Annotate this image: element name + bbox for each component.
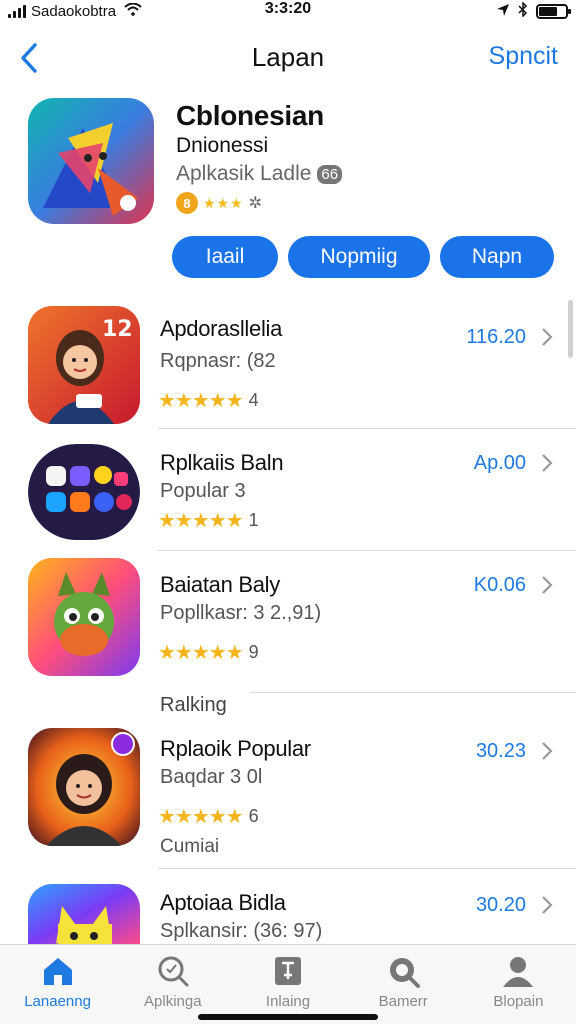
- app-rating: ★★★★★ 1: [158, 508, 259, 533]
- app-icon: [28, 558, 140, 676]
- featured-app-icon[interactable]: [28, 98, 154, 224]
- app-price[interactable]: 30.23: [476, 740, 526, 763]
- app-rating: ★★★★★ 9: [158, 640, 259, 665]
- rating-count: 6: [248, 806, 259, 826]
- app-rating: ★★★★★ 4: [158, 388, 259, 413]
- app-icon: 12: [28, 306, 140, 424]
- star-rating-icon: ★★★: [203, 194, 244, 211]
- divider: [158, 428, 576, 429]
- tab-label: Blopain: [493, 993, 544, 1010]
- tab-profile[interactable]: Blopain: [461, 945, 576, 1024]
- search-icon: [158, 956, 189, 987]
- svg-text:12: 12: [102, 317, 133, 342]
- navigation-bar: Lapan Spncit: [0, 30, 576, 86]
- battery-icon: [536, 3, 571, 19]
- featured-rating: 8 ★★★ ✲: [176, 192, 556, 214]
- featured-category-label: Aplkasik Ladle: [176, 162, 312, 185]
- tab-label: Bamerr: [378, 993, 428, 1010]
- home-icon: [43, 958, 72, 985]
- star-rating-icon: ★★★★★: [158, 806, 244, 828]
- tab-label: Lanaenng: [24, 993, 91, 1010]
- rating-count: 9: [248, 642, 259, 662]
- chevron-right-icon: [542, 742, 553, 760]
- tab-search[interactable]: Aplkinga: [115, 945, 230, 1024]
- tab-label: Inlaing: [265, 993, 311, 1010]
- app-price[interactable]: 30.20: [476, 894, 526, 917]
- divider: [158, 550, 576, 551]
- gear-icon: ✲: [248, 195, 263, 212]
- magnifier-icon: [390, 958, 421, 988]
- app-title: Aptoiaa Bidla: [160, 890, 286, 915]
- app-subtitle: Popular 3: [160, 480, 268, 502]
- app-title: Rplaoik Popular: [160, 736, 311, 761]
- chevron-right-icon: [542, 328, 553, 346]
- app-price[interactable]: Ap.00: [474, 452, 526, 475]
- divider: [158, 868, 576, 869]
- extra-label: Cumiai: [160, 836, 220, 857]
- app-icon: [28, 728, 140, 846]
- document-icon: [275, 957, 301, 985]
- section-label: Ralking: [160, 694, 227, 716]
- tab-label: Aplkinga: [144, 993, 202, 1010]
- featured-age-badge: 66: [317, 164, 343, 184]
- featured-app-subtitle: Dnionessi: [176, 134, 269, 157]
- tab-document[interactable]: Inlaing: [230, 945, 345, 1024]
- rating-count: 1: [248, 510, 259, 530]
- featured-button-2[interactable]: Nopmiig: [288, 236, 430, 278]
- app-title: Rplkaiis Baln: [160, 450, 284, 475]
- chevron-right-icon: [542, 896, 553, 914]
- app-subtitle: Splkansir: (36: 97): [160, 920, 323, 942]
- tab-bar: Lanaenng Aplkinga Inlaing Bamerr Blopain: [0, 944, 576, 1024]
- bluetooth-icon: [518, 1, 528, 20]
- featured-button-1[interactable]: Iaail: [172, 236, 278, 278]
- app-title: Apdorasllelia: [160, 316, 283, 341]
- home-indicator[interactable]: [198, 1014, 378, 1020]
- featured-button-row: Iaail Nopmiig Napn: [172, 236, 554, 278]
- rating-circle-badge: 8: [176, 192, 198, 214]
- star-rating-icon: ★★★★★: [158, 390, 244, 412]
- app-icon: [28, 884, 140, 944]
- featured-app-info: Cblonesian Dnionessi Aplkasik Ladle 66 8…: [176, 100, 556, 214]
- featured-app-category: Aplkasik Ladle 66: [176, 162, 556, 186]
- tab-home[interactable]: Lanaenng: [0, 945, 115, 1024]
- star-rating-icon: ★★★★★: [158, 642, 244, 664]
- app-subtitle: Baqdar 3 0l: [160, 766, 263, 788]
- tab-explore[interactable]: Bamerr: [346, 945, 461, 1024]
- featured-app-title[interactable]: Cblonesian: [176, 100, 556, 132]
- star-rating-icon: ★★★★★: [158, 510, 244, 532]
- app-rating: ★★★★★ 6: [158, 804, 259, 829]
- chevron-right-icon: [542, 454, 553, 472]
- app-price[interactable]: 116.20: [466, 326, 526, 349]
- person-icon: [503, 957, 534, 987]
- app-price[interactable]: K0.06: [474, 574, 526, 597]
- wifi-icon: [124, 2, 142, 19]
- rating-count: 4: [248, 390, 259, 410]
- app-icon: [28, 444, 140, 540]
- nav-action-button[interactable]: Spncit: [489, 42, 558, 71]
- status-bar: Sadaokobtra 3:3:20: [0, 0, 576, 22]
- chevron-right-icon: [542, 576, 553, 594]
- scrollbar[interactable]: [568, 300, 573, 358]
- divider: [250, 692, 576, 693]
- app-subtitle: Popllkasr: 3 2.,91): [160, 602, 322, 624]
- signal-icon: [8, 4, 26, 18]
- location-icon: [496, 3, 510, 20]
- carrier-name: Sadaokobtra: [31, 2, 117, 20]
- featured-button-3[interactable]: Napn: [440, 236, 554, 278]
- app-subtitle: Rqpnasr: (82: [160, 350, 276, 372]
- app-title: Baiatan Baly: [160, 572, 280, 597]
